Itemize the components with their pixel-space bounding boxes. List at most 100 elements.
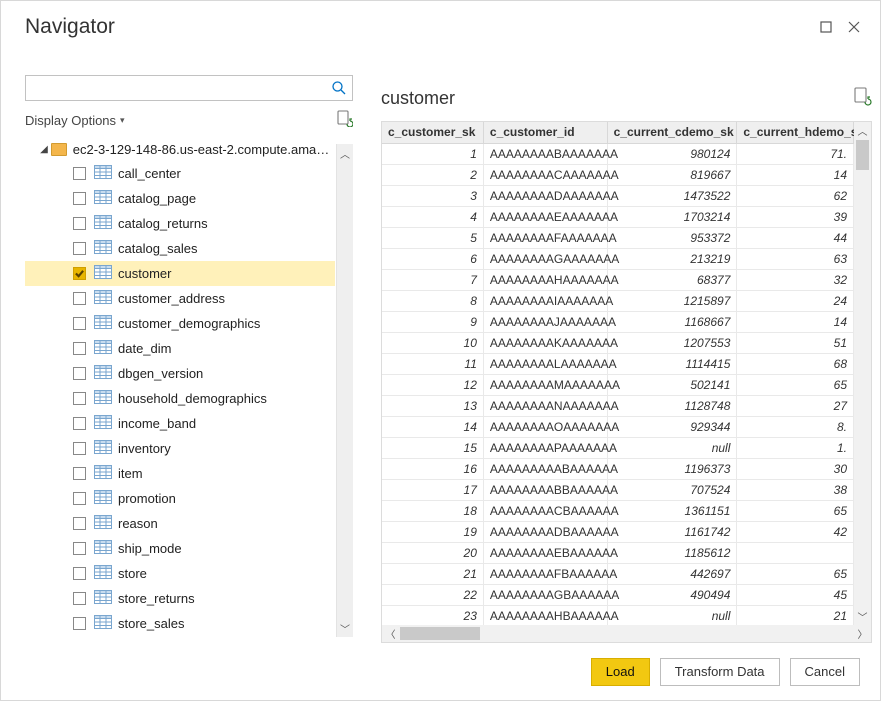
column-header[interactable]: c_current_hdemo_sk	[737, 122, 854, 143]
table-row[interactable]: 10AAAAAAAAKAAAAAAA120755351	[382, 332, 854, 353]
load-button[interactable]: Load	[591, 658, 650, 686]
table-row[interactable]: 6AAAAAAAAGAAAAAAA21321963	[382, 248, 854, 269]
grid-vertical-scrollbar[interactable]: ︿ ﹀	[854, 122, 871, 625]
table-row[interactable]: 13AAAAAAAANAAAAAAA112874827	[382, 395, 854, 416]
cell: 980124	[607, 143, 737, 164]
tree-item[interactable]: customer_demographics	[25, 311, 335, 336]
tree-root-node[interactable]: ◢ec2-3-129-148-86.us-east-2.compute.amaz…	[25, 138, 335, 161]
cell: 7	[382, 269, 483, 290]
add-column-icon[interactable]	[852, 86, 872, 111]
scroll-up-icon[interactable]: ︿	[854, 122, 871, 139]
table-row[interactable]: 15AAAAAAAAPAAAAAAAnull1.	[382, 437, 854, 458]
checkbox[interactable]	[73, 242, 86, 255]
table-row[interactable]: 14AAAAAAAAOAAAAAAA9293448.	[382, 416, 854, 437]
collapse-icon[interactable]: ◢	[39, 144, 49, 155]
tree-scrollbar[interactable]: ︿ ﹀	[336, 144, 353, 637]
tree-item[interactable]: ship_mode	[25, 536, 335, 561]
search-input[interactable]	[25, 75, 353, 101]
table-row[interactable]: 20AAAAAAAAEBAAAAAA1185612	[382, 542, 854, 563]
tree-item[interactable]: store_returns	[25, 586, 335, 611]
checkbox[interactable]	[73, 417, 86, 430]
checkbox[interactable]	[73, 592, 86, 605]
tree-item[interactable]: customer_address	[25, 286, 335, 311]
display-options[interactable]: Display Options	[25, 113, 116, 128]
table-row[interactable]: 11AAAAAAAALAAAAAAA111441568	[382, 353, 854, 374]
table-row[interactable]: 5AAAAAAAAFAAAAAAA95337244	[382, 227, 854, 248]
table-row[interactable]: 8AAAAAAAAIAAAAAAA121589724	[382, 290, 854, 311]
tree-item[interactable]: customer	[25, 261, 335, 286]
grid-horizontal-scrollbar[interactable]: 〈 〉	[382, 625, 871, 642]
tree-item[interactable]: store_sales	[25, 611, 335, 636]
checkbox[interactable]	[73, 267, 86, 280]
checkbox[interactable]	[73, 292, 86, 305]
checkbox[interactable]	[73, 567, 86, 580]
table-row[interactable]: 18AAAAAAAACBAAAAAA136115165	[382, 500, 854, 521]
tree-item[interactable]: catalog_page	[25, 186, 335, 211]
tree-item[interactable]: catalog_sales	[25, 236, 335, 261]
tree-item[interactable]: catalog_returns	[25, 211, 335, 236]
checkbox[interactable]	[73, 367, 86, 380]
checkbox[interactable]	[73, 617, 86, 630]
chevron-down-icon[interactable]: ▾	[120, 115, 125, 126]
table-row[interactable]: 19AAAAAAAADBAAAAAA116174242	[382, 521, 854, 542]
cell: 65	[737, 563, 854, 584]
table-row[interactable]: 1AAAAAAAABAAAAAAA98012471.	[382, 143, 854, 164]
checkbox[interactable]	[73, 517, 86, 530]
tree-item[interactable]: income_band	[25, 411, 335, 436]
table-row[interactable]: 7AAAAAAAAHAAAAAAA6837732	[382, 269, 854, 290]
table-row[interactable]: 23AAAAAAAAHBAAAAAAnull21	[382, 605, 854, 625]
close-button[interactable]	[840, 13, 868, 41]
table-row[interactable]: 2AAAAAAAACAAAAAAA81966714	[382, 164, 854, 185]
tree-item[interactable]: inventory	[25, 436, 335, 461]
cell: 22	[382, 584, 483, 605]
scroll-right-icon[interactable]: 〉	[854, 625, 871, 642]
search-icon[interactable]	[329, 78, 349, 98]
tree-item[interactable]: promotion	[25, 486, 335, 511]
table-row[interactable]: 4AAAAAAAAEAAAAAAA170321439	[382, 206, 854, 227]
tree-item[interactable]: dbgen_version	[25, 361, 335, 386]
checkbox[interactable]	[73, 492, 86, 505]
table-row[interactable]: 16AAAAAAAAABAAAAAA119637330	[382, 458, 854, 479]
cell: 44	[737, 227, 854, 248]
refresh-icon[interactable]	[335, 109, 353, 132]
cell: AAAAAAAANAAAAAAA	[483, 395, 607, 416]
scroll-thumb[interactable]	[856, 140, 869, 170]
column-header[interactable]: c_customer_id	[483, 122, 607, 143]
checkbox[interactable]	[73, 442, 86, 455]
tree-item[interactable]: store	[25, 561, 335, 586]
scroll-down-icon[interactable]: ﹀	[337, 619, 353, 637]
cancel-button[interactable]: Cancel	[790, 658, 860, 686]
checkbox[interactable]	[73, 392, 86, 405]
column-header[interactable]: c_customer_sk	[382, 122, 483, 143]
checkbox[interactable]	[73, 467, 86, 480]
cell: 51	[737, 332, 854, 353]
tree-item[interactable]: household_demographics	[25, 386, 335, 411]
maximize-button[interactable]	[812, 13, 840, 41]
scroll-up-icon[interactable]: ︿	[337, 144, 353, 162]
table-row[interactable]: 3AAAAAAAADAAAAAAA147352262	[382, 185, 854, 206]
transform-data-button[interactable]: Transform Data	[660, 658, 780, 686]
titlebar: Navigator	[1, 1, 880, 53]
table-row[interactable]: 17AAAAAAAABBAAAAAA70752438	[382, 479, 854, 500]
tree-item[interactable]: date_dim	[25, 336, 335, 361]
checkbox[interactable]	[73, 167, 86, 180]
scroll-down-icon[interactable]: ﹀	[854, 608, 871, 625]
table-icon	[94, 515, 118, 532]
table-row[interactable]: 22AAAAAAAAGBAAAAAA49049445	[382, 584, 854, 605]
checkbox[interactable]	[73, 217, 86, 230]
checkbox[interactable]	[73, 542, 86, 555]
tree-item[interactable]: call_center	[25, 161, 335, 186]
tree-item[interactable]: item	[25, 461, 335, 486]
table-icon	[94, 490, 118, 507]
cell: 42	[737, 521, 854, 542]
scroll-thumb[interactable]	[400, 627, 480, 640]
scroll-left-icon[interactable]: 〈	[382, 625, 399, 642]
checkbox[interactable]	[73, 342, 86, 355]
checkbox[interactable]	[73, 192, 86, 205]
checkbox[interactable]	[73, 317, 86, 330]
table-row[interactable]: 9AAAAAAAAJAAAAAAA116866714	[382, 311, 854, 332]
column-header[interactable]: c_current_cdemo_sk	[607, 122, 737, 143]
table-row[interactable]: 12AAAAAAAAMAAAAAAA50214165	[382, 374, 854, 395]
table-row[interactable]: 21AAAAAAAAFBAAAAAA44269765	[382, 563, 854, 584]
tree-item[interactable]: reason	[25, 511, 335, 536]
